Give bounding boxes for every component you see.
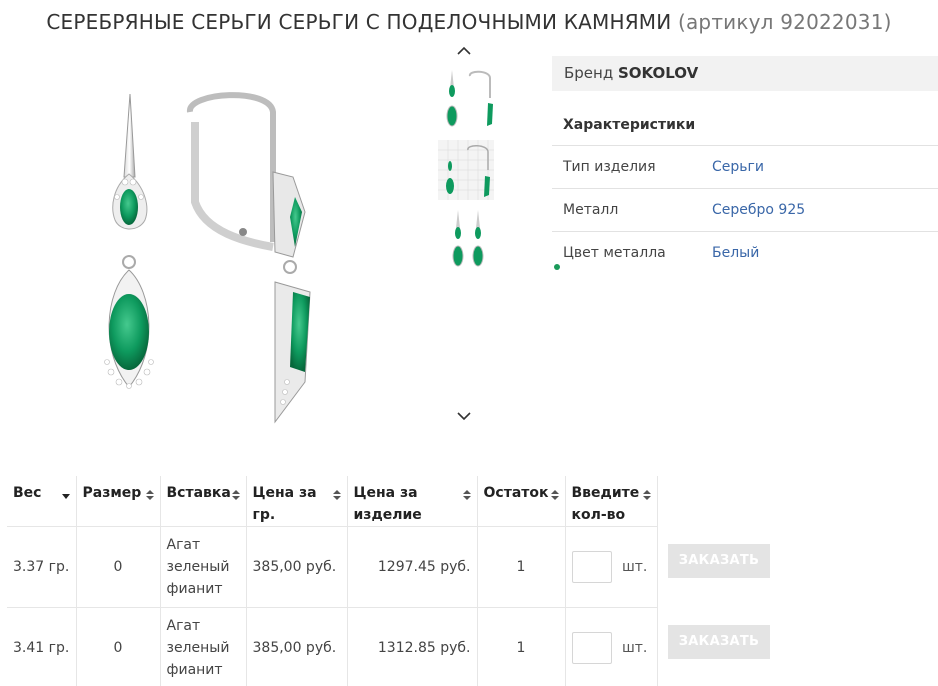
col-insert[interactable]: Вставка [160,476,247,527]
quantity-input[interactable] [571,632,612,665]
cell-size: 0 [76,526,161,608]
status-dot-icon [554,264,560,270]
order-button[interactable]: ЗАКАЗАТЬ [668,625,770,659]
cell-stock: 1 [477,607,566,686]
sort-icon[interactable] [642,486,651,500]
cell-price-item: 1312.85 руб. [347,607,478,686]
spec-value-link[interactable]: Серьги [712,146,764,188]
spec-row-type: Тип изделия Серьги [552,146,938,189]
sort-icon[interactable] [231,486,240,500]
cell-size: 0 [76,607,161,686]
table-row: 3.37 гр. 0 Агат зеленый фианит 385,00 руб.… [7,526,658,608]
qty-unit: шт. [621,559,648,575]
specs-heading: Характеристики [552,91,938,146]
qty-unit: шт. [621,640,648,657]
sort-desc-icon[interactable] [61,486,70,499]
spec-key: Тип изделия [563,159,656,175]
sort-icon[interactable] [462,486,471,500]
order-button[interactable]: ЗАКАЗАТЬ [668,544,770,578]
cell-price-item: 1297.45 руб. [347,526,478,608]
chevron-down-icon[interactable] [456,408,472,424]
col-stock[interactable]: Остаток [477,476,566,527]
stock-table: Вес Размер Вставка Цена за гр. Цена за изд… [7,476,658,686]
sort-icon[interactable] [550,486,559,500]
specs-panel: Бренд SOKOLOV Характеристики Тип изделия… [552,56,938,275]
sort-icon[interactable] [332,486,341,500]
col-size[interactable]: Размер [76,476,161,527]
thumbnail-3[interactable] [438,208,494,268]
product-name: СЕРЕБРЯНЫЕ СЕРЬГИ СЕРЬГИ С ПОДЕЛОЧНЫМИ К… [46,10,672,34]
cell-stock: 1 [477,526,566,608]
table-header: Вес Размер Вставка Цена за гр. Цена за изд… [7,476,658,527]
thumbnail-2[interactable] [438,140,494,200]
spec-value-link[interactable]: Серебро 925 [712,189,805,231]
thumbnail-1[interactable] [438,68,494,128]
product-title: СЕРЕБРЯНЫЕ СЕРЬГИ СЕРЬГИ С ПОДЕЛОЧНЫМИ К… [0,10,938,34]
col-price-item[interactable]: Цена за изделие [347,476,478,527]
brand-row: Бренд SOKOLOV [552,56,938,91]
cell-price-gram: 385,00 руб. [246,607,348,686]
spec-key: Цвет металла [563,245,666,261]
spec-row-color: Цвет металла Белый [552,232,938,275]
cell-weight: 3.41 гр. [7,607,77,686]
col-qty[interactable]: Введите кол-во [565,476,658,527]
cell-insert: Агат зеленый фианит [160,526,247,608]
thumbnail-gallery [430,40,500,430]
cell-qty: шт. [565,607,658,686]
spec-key: Металл [563,202,619,218]
cell-weight: 3.37 гр. [7,526,77,608]
spec-row-metal: Металл Серебро 925 [552,189,938,232]
cell-price-gram: 385,00 руб. [246,526,348,608]
spec-value-link[interactable]: Белый [712,232,759,274]
main-product-image[interactable] [95,82,325,427]
product-sku: (артикул 92022031) [677,10,892,34]
chevron-up-icon[interactable] [456,43,472,59]
sort-icon[interactable] [145,486,154,500]
cell-qty: шт. [565,526,658,608]
cell-insert: Агат зеленый фианит [160,607,247,686]
quantity-input[interactable] [571,551,612,583]
col-weight[interactable]: Вес [7,476,77,527]
brand-label: Бренд [564,64,614,82]
table-row: 3.41 гр. 0 Агат зеленый фианит 385,00 руб.… [7,607,658,686]
brand-value: SOKOLOV [618,64,699,82]
col-price-gram[interactable]: Цена за гр. [246,476,348,527]
